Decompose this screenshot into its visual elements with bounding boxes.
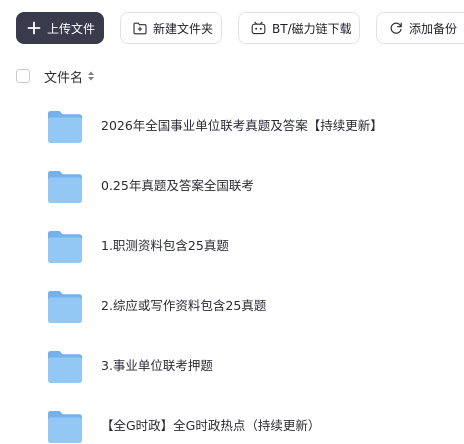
list-item[interactable]: 2.综应或写作资料包含25真题 (0, 276, 464, 336)
list-item[interactable]: 2026年全国事业单位联考真题及答案【持续更新】 (0, 96, 464, 156)
folder-icon (47, 168, 83, 204)
new-folder-icon (133, 22, 147, 35)
plus-icon (27, 21, 41, 35)
folder-icon (47, 108, 83, 144)
refresh-backup-icon (389, 21, 403, 35)
file-manager-page: 上传文件 新建文件夹 BT/磁力链下载 添加备份 文件名 2026年全国事业单位… (0, 0, 464, 444)
file-name: 0.25年真题及答案全国联考 (101, 178, 254, 193)
bt-magnet-download-label: BT/磁力链下载 (272, 21, 352, 36)
bt-download-icon (251, 21, 266, 35)
list-item[interactable]: 0.25年真题及答案全国联考 (0, 156, 464, 216)
list-item[interactable]: 【全G时政】全G时政热点（持续更新） (0, 396, 464, 444)
new-folder-button[interactable]: 新建文件夹 (120, 12, 222, 44)
select-all-checkbox[interactable] (16, 69, 30, 83)
folder-icon (47, 348, 83, 384)
folder-icon (47, 288, 83, 324)
list-item[interactable]: 3.事业单位联考押题 (0, 336, 464, 396)
file-name: 1.职测资料包含25真题 (101, 238, 229, 253)
add-backup-button[interactable]: 添加备份 (376, 12, 464, 44)
list-item[interactable]: 1.职测资料包含25真题 (0, 216, 464, 276)
bt-magnet-download-button[interactable]: BT/磁力链下载 (238, 12, 360, 44)
upload-file-button[interactable]: 上传文件 (16, 12, 104, 44)
sort-icon[interactable] (87, 70, 95, 82)
file-list-header: 文件名 (16, 66, 95, 86)
folder-icon (47, 228, 83, 264)
file-name: 2.综应或写作资料包含25真题 (101, 298, 267, 313)
add-backup-label: 添加备份 (409, 21, 458, 36)
filename-column-header[interactable]: 文件名 (44, 67, 95, 86)
new-folder-label: 新建文件夹 (153, 21, 214, 36)
folder-icon (47, 408, 83, 444)
filename-column-label: 文件名 (44, 70, 84, 86)
file-name: 3.事业单位联考押题 (101, 358, 213, 373)
file-name: 【全G时政】全G时政热点（持续更新） (101, 418, 321, 433)
file-name: 2026年全国事业单位联考真题及答案【持续更新】 (101, 118, 383, 133)
upload-file-label: 上传文件 (47, 21, 96, 36)
toolbar: 上传文件 新建文件夹 BT/磁力链下载 添加备份 (16, 12, 464, 44)
